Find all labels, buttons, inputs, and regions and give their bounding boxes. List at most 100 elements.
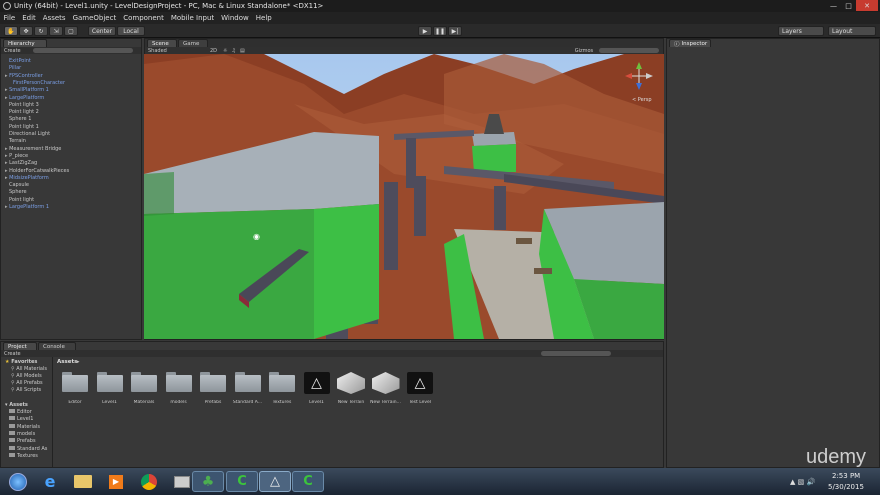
- minimize-button[interactable]: —: [826, 0, 841, 11]
- layout-dropdown[interactable]: Layout: [828, 26, 876, 36]
- maximize-button[interactable]: □: [841, 0, 856, 11]
- hierarchy-item[interactable]: Point light: [9, 197, 34, 203]
- hierarchy-item[interactable]: Terrain: [9, 138, 26, 144]
- shading-dropdown[interactable]: Shaded: [148, 48, 198, 54]
- clock-time[interactable]: 2:53 PM: [832, 472, 860, 480]
- hierarchy-item[interactable]: ▸ FPSController: [5, 73, 43, 79]
- view-gizmo[interactable]: < Persp: [632, 97, 652, 103]
- menu-gameobject[interactable]: GameObject: [69, 14, 120, 22]
- assets-root[interactable]: ▾ Assets: [5, 402, 28, 408]
- pivot-center-button[interactable]: Center: [88, 26, 116, 36]
- move-tool-button[interactable]: ✥: [19, 26, 33, 36]
- menu-mobile-input[interactable]: Mobile Input: [167, 14, 217, 22]
- tab-inspector[interactable]: ⓘ Inspector: [669, 39, 711, 48]
- hierarchy-item[interactable]: ▸ P_piece: [5, 153, 28, 159]
- hierarchy-item[interactable]: ▸ Measurement Bridge: [5, 146, 61, 152]
- asset-item[interactable]: New Terrain: [336, 372, 366, 405]
- scene-viewport[interactable]: < Persp ◉: [144, 54, 664, 339]
- hierarchy-item[interactable]: Point light 2: [9, 109, 39, 115]
- asset-item[interactable]: Editor: [60, 372, 90, 405]
- effects-toggle-icon[interactable]: ▤: [240, 48, 245, 54]
- taskbar-camtasia-2[interactable]: C: [292, 471, 324, 492]
- asset-item[interactable]: Standard A...: [233, 372, 263, 405]
- asset-item[interactable]: Prefabs: [198, 372, 228, 405]
- pivot-local-button[interactable]: Local: [117, 26, 145, 36]
- create-dropdown[interactable]: Create: [4, 48, 21, 54]
- asset-item[interactable]: New Terrain...: [370, 372, 401, 405]
- asset-item[interactable]: models: [164, 372, 194, 405]
- project-folder-item[interactable]: Textures: [9, 452, 38, 459]
- taskbar-media[interactable]: ▶: [100, 471, 132, 492]
- project-folder-item[interactable]: models: [9, 430, 35, 437]
- taskbar-camtasia-1[interactable]: C: [226, 471, 258, 492]
- clock-date[interactable]: 5/30/2015: [828, 483, 864, 491]
- asset-item[interactable]: Level1: [95, 372, 125, 405]
- hierarchy-item[interactable]: Pillar: [9, 65, 21, 71]
- hierarchy-item[interactable]: ▸ SmallPlatform 1: [5, 87, 49, 93]
- hierarchy-item[interactable]: Sphere 1: [9, 116, 31, 122]
- step-button[interactable]: ▶|: [448, 26, 462, 36]
- scale-tool-button[interactable]: ⇲: [49, 26, 63, 36]
- hierarchy-item[interactable]: ExitPoint: [9, 58, 31, 64]
- assets-breadcrumb[interactable]: Assets: [57, 359, 77, 365]
- favorite-item[interactable]: ⚲ All Prefabs: [11, 380, 43, 386]
- menu-assets[interactable]: Assets: [39, 14, 69, 22]
- pause-button[interactable]: ❚❚: [433, 26, 447, 36]
- menu-file[interactable]: File: [0, 14, 19, 22]
- hierarchy-item[interactable]: Point light 3: [9, 102, 39, 108]
- asset-item[interactable]: Materials: [129, 372, 159, 405]
- lighting-toggle-icon[interactable]: ☼: [223, 48, 227, 54]
- light-source-icon[interactable]: ◉: [253, 232, 260, 241]
- project-folder-item[interactable]: Editor: [9, 409, 32, 415]
- gizmos-dropdown[interactable]: Gizmos: [575, 48, 593, 54]
- project-search-field[interactable]: [540, 351, 611, 356]
- rect-tool-button[interactable]: ▢: [64, 26, 78, 36]
- tab-project[interactable]: Project: [3, 342, 37, 350]
- project-folder-item[interactable]: Standard As: [9, 445, 47, 452]
- audio-toggle-icon[interactable]: ♫: [232, 48, 236, 54]
- favorite-item[interactable]: ⚲ All Materials: [11, 366, 47, 372]
- menu-help[interactable]: Help: [252, 14, 275, 22]
- menu-window[interactable]: Window: [218, 14, 253, 22]
- asset-item[interactable]: △ Test Level: [405, 372, 435, 405]
- scene-search-field[interactable]: [599, 48, 660, 53]
- close-button[interactable]: ✕: [856, 0, 878, 11]
- taskbar-chrome[interactable]: [133, 471, 165, 492]
- hierarchy-item[interactable]: Capsule: [9, 182, 29, 188]
- mode-2d-toggle[interactable]: 2D: [210, 48, 217, 54]
- taskbar-unity[interactable]: △: [259, 471, 291, 492]
- tab-game[interactable]: Game: [178, 39, 208, 47]
- taskbar-explorer[interactable]: [67, 471, 99, 492]
- search-field[interactable]: [32, 48, 133, 53]
- hierarchy-item[interactable]: ▸ LargePlatform: [5, 95, 44, 101]
- favorite-item[interactable]: ⚲ All Models: [11, 373, 42, 379]
- hierarchy-item[interactable]: Sphere: [9, 189, 27, 195]
- hand-tool-button[interactable]: ✋: [4, 26, 18, 36]
- tray-icons[interactable]: ▲ ▧ 🔊: [790, 478, 815, 486]
- tab-scene[interactable]: Scene: [147, 39, 177, 47]
- hierarchy-item[interactable]: ▸ LastZigZag: [5, 160, 37, 166]
- menu-edit[interactable]: Edit: [19, 14, 40, 22]
- hierarchy-item[interactable]: ▸ HolderForCatwalkPieces: [5, 168, 69, 174]
- project-folder-item[interactable]: Prefabs: [9, 438, 36, 444]
- asset-item[interactable]: Textures: [267, 372, 297, 405]
- favorite-item[interactable]: ⚲ All Scripts: [11, 387, 41, 393]
- start-button[interactable]: [4, 471, 32, 492]
- layers-dropdown[interactable]: Layers: [778, 26, 824, 36]
- hierarchy-item[interactable]: ▸ LargePlatform 1: [5, 204, 49, 210]
- tab-hierarchy[interactable]: Hierarchy: [3, 39, 47, 47]
- play-button[interactable]: ▶: [418, 26, 432, 36]
- hierarchy-item[interactable]: ▸ MidsizePlatform: [5, 175, 49, 181]
- project-folder-item[interactable]: Level1: [9, 416, 33, 422]
- taskbar-tree-app[interactable]: ♣: [192, 471, 224, 492]
- tab-console[interactable]: Console: [38, 342, 76, 350]
- project-folder-item[interactable]: Materials: [9, 423, 40, 430]
- taskbar-ie[interactable]: e: [34, 471, 66, 492]
- asset-item[interactable]: △ Level1: [302, 372, 332, 405]
- menu-component[interactable]: Component: [120, 14, 168, 22]
- hierarchy-item[interactable]: FirstPersonCharacter: [13, 80, 65, 86]
- hierarchy-item[interactable]: Directional Light: [9, 131, 50, 137]
- rotate-tool-button[interactable]: ↻: [34, 26, 48, 36]
- project-create-dropdown[interactable]: Create: [4, 351, 21, 357]
- hierarchy-item[interactable]: Point light 1: [9, 124, 39, 130]
